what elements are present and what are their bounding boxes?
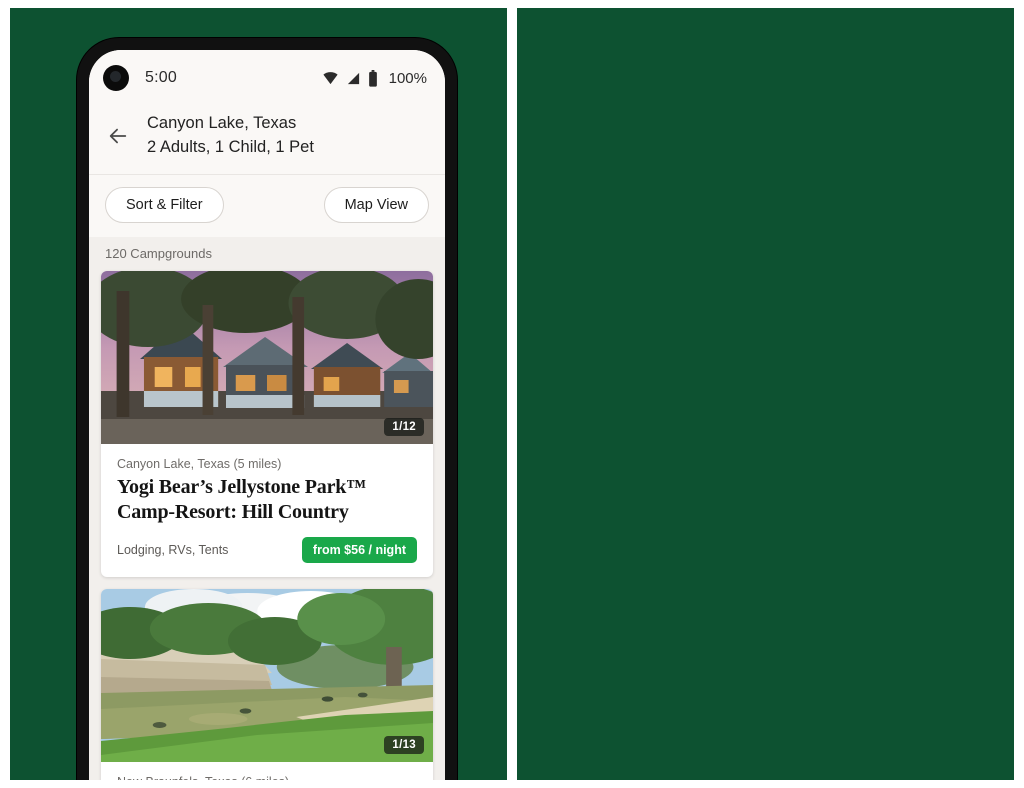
phone-device-search: 5:00 100% Canyon Lake, Texas 2 Adults, 1… <box>77 38 457 780</box>
battery-percent: 100% <box>388 69 427 87</box>
card-body: Canyon Lake, Texas (5 miles) Yogi Bear’s… <box>101 444 433 578</box>
screenshot-stage: 5:00 100% Canyon Lake, Texas 2 Adults, 1… <box>0 0 1024 788</box>
results-count: 120 Campgrounds <box>89 236 445 271</box>
card-location: New Braunfels, Texas (6 miles) <box>117 775 417 780</box>
card-title-line2: Camp-Resort: Hill Country <box>117 500 349 523</box>
map-view-button[interactable]: Map View <box>323 186 429 223</box>
list-item[interactable]: 1/13 New Braunfels, Texas (6 miles) Rio … <box>101 589 433 780</box>
filter-toolbar: Sort & Filter Map View <box>89 174 445 237</box>
card-location: Canyon Lake, Texas (5 miles) <box>117 456 282 471</box>
cabins-at-dusk-photo <box>101 270 433 444</box>
campground-list: 1/12 Canyon Lake, Texas (5 miles) Yogi B… <box>89 270 445 780</box>
river-canyon-photo <box>101 589 433 763</box>
left-panel: 5:00 100% Canyon Lake, Texas 2 Adults, 1… <box>10 8 507 780</box>
card-photo[interactable]: 1/13 <box>101 589 433 763</box>
card-footer: Lodging, RVs, Tents from $56 / night <box>117 537 417 564</box>
right-panel: 5:00 100% <box>517 8 1014 780</box>
list-item[interactable]: 1/12 Canyon Lake, Texas (5 miles) Yogi B… <box>101 270 433 578</box>
status-bar-left: 5:00 100% <box>89 50 445 106</box>
search-screen: 5:00 100% Canyon Lake, Texas 2 Adults, 1… <box>89 50 445 780</box>
search-party: 2 Adults, 1 Child, 1 Pet <box>147 137 314 156</box>
cellular-signal-icon <box>347 72 359 84</box>
price-badge: from $56 / night <box>301 537 417 564</box>
card-title-line1: Yogi Bear’s Jellystone Park™ <box>117 475 366 498</box>
card-photo[interactable]: 1/12 <box>101 270 433 444</box>
sort-filter-button[interactable]: Sort & Filter <box>105 186 224 223</box>
photo-count-badge: 1/13 <box>384 736 424 755</box>
card-body: New Braunfels, Texas (6 miles) Rio Guada… <box>101 762 433 780</box>
card-title: Yogi Bear’s Jellystone Park™ Camp-Resort… <box>117 475 417 525</box>
search-header: Canyon Lake, Texas 2 Adults, 1 Child, 1 … <box>89 106 445 175</box>
status-time: 5:00 <box>145 69 177 86</box>
wifi-icon <box>323 71 338 84</box>
search-location: Canyon Lake, Texas <box>147 114 297 132</box>
card-tags: Lodging, RVs, Tents <box>117 543 229 558</box>
battery-icon <box>368 69 377 87</box>
front-camera-punch-hole <box>103 65 129 91</box>
search-summary[interactable]: Canyon Lake, Texas 2 Adults, 1 Child, 1 … <box>147 112 314 160</box>
arrow-left-icon <box>109 128 127 144</box>
photo-count-badge: 1/12 <box>384 417 424 436</box>
back-button[interactable] <box>103 121 133 151</box>
